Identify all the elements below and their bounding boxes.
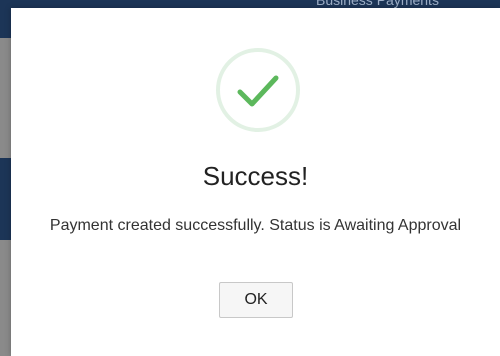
checkmark-icon [216,48,300,132]
ok-button[interactable]: OK [219,282,293,318]
dialog-title: Success! [202,161,309,191]
background-header-text: Business Payments [316,0,439,8]
dialog-message: Payment created successfully. Status is … [49,217,462,234]
success-dialog: Success! Payment created successfully. S… [11,8,500,356]
checkmark-glyph [237,75,279,107]
